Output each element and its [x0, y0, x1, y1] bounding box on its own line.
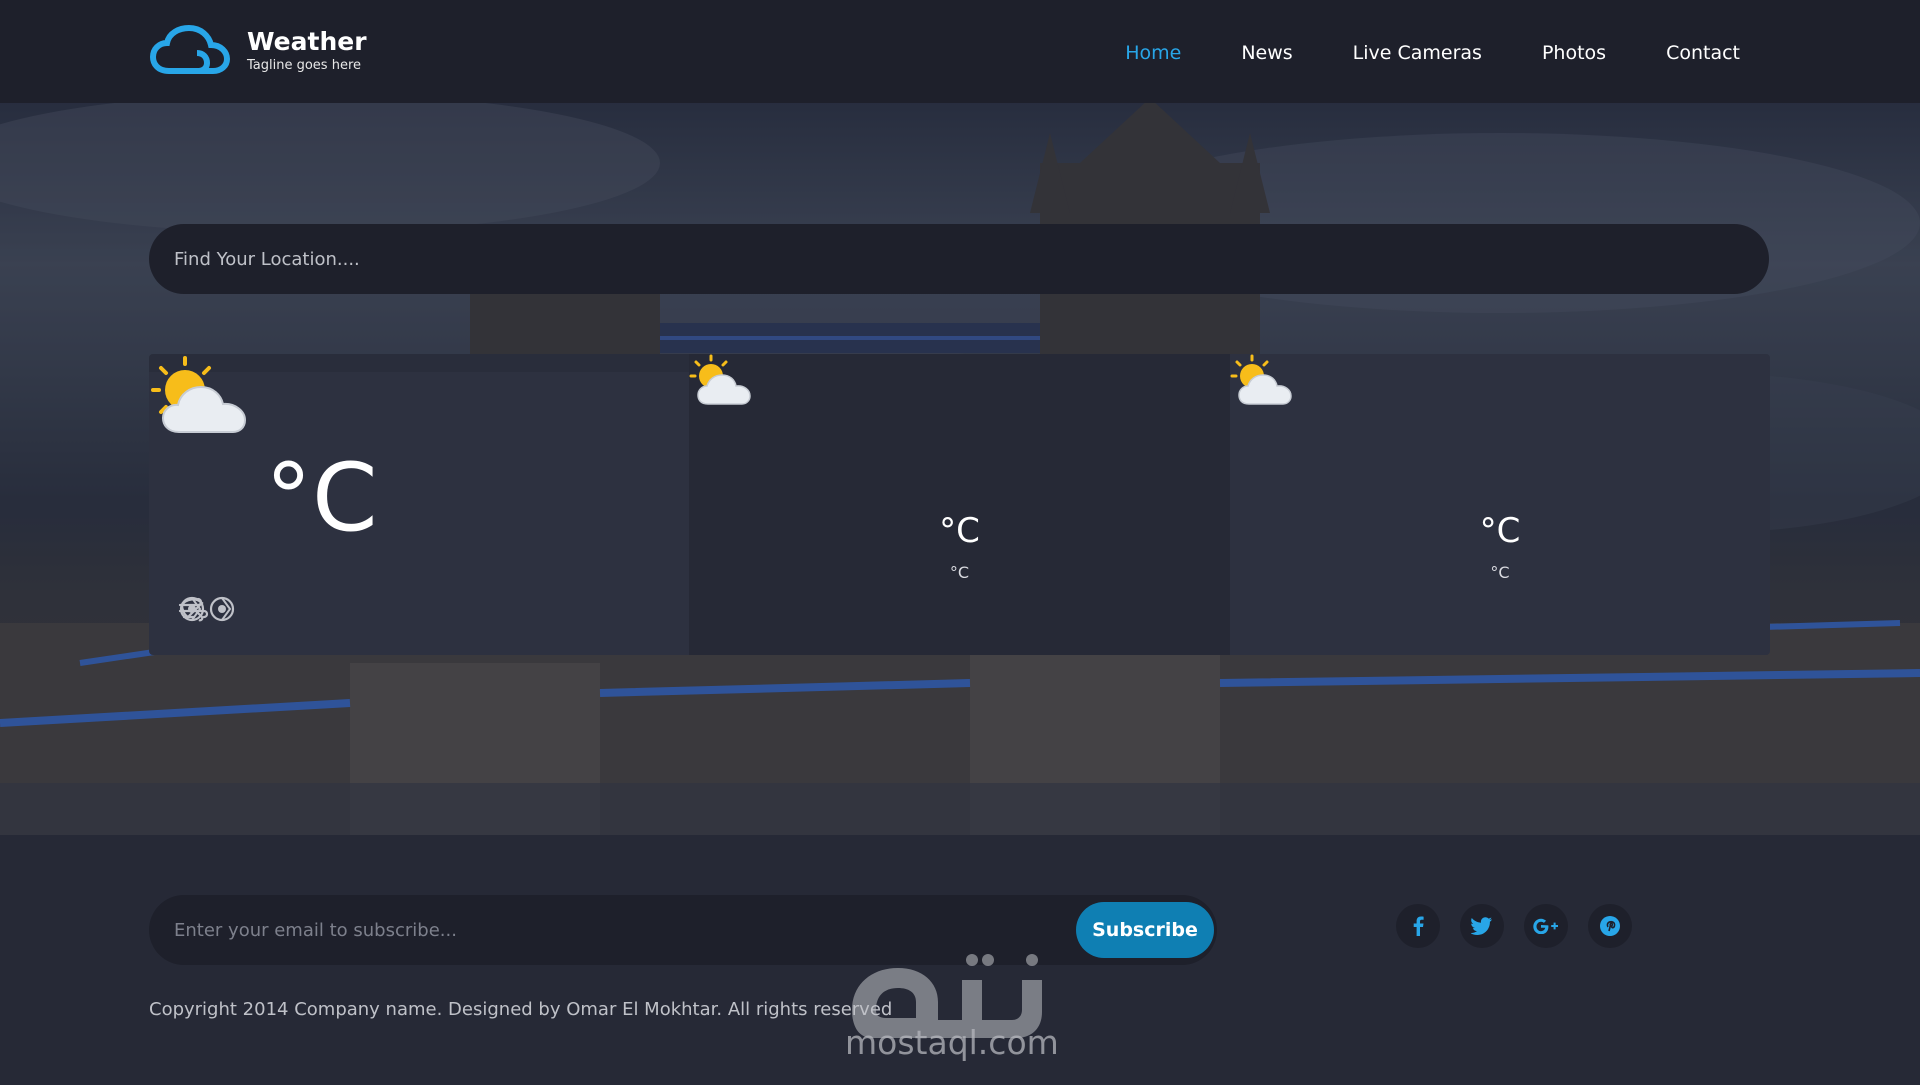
brand[interactable]: Weather Tagline goes here [149, 25, 367, 77]
social-links [1396, 904, 1652, 948]
hero-section: °C [0, 103, 1920, 835]
forecast-low-temperature: °C [949, 563, 970, 582]
facebook-icon[interactable] [1396, 904, 1440, 948]
subscribe-button[interactable]: Subscribe [1076, 902, 1214, 958]
nav-live-cameras[interactable]: Live Cameras [1353, 40, 1482, 66]
nav-news[interactable]: News [1241, 40, 1292, 66]
main-nav: Home News Live Cameras Photos Contact [1065, 40, 1740, 66]
today-temperature: °C [265, 444, 378, 553]
nav-home[interactable]: Home [1125, 40, 1181, 66]
forecast-low-temperature: °C [1490, 563, 1510, 582]
partly-cloudy-icon [151, 356, 247, 433]
brand-name: Weather [247, 27, 367, 56]
forecast-card-1: °C °C [689, 354, 1230, 655]
nav-photos[interactable]: Photos [1542, 40, 1606, 66]
cloud-icon [149, 25, 231, 74]
brand-tagline: Tagline goes here [247, 58, 362, 73]
partly-cloudy-icon [1230, 354, 1292, 405]
forecast-temperature: °C [939, 511, 980, 551]
pinterest-icon[interactable] [1588, 904, 1632, 948]
google-plus-icon[interactable] [1524, 904, 1568, 948]
watermark-text: mostaql.com [845, 1023, 1059, 1062]
nav-contact[interactable]: Contact [1666, 40, 1740, 66]
location-search-input[interactable] [149, 224, 1769, 294]
twitter-icon[interactable] [1460, 904, 1504, 948]
forecast-temperature: °C [1479, 511, 1521, 551]
copyright-text: Copyright 2014 Company name. Designed by… [149, 999, 893, 1020]
site-header: Weather Tagline goes here Home News Live… [0, 0, 1920, 103]
today-card: °C [149, 354, 689, 655]
partly-cloudy-icon [689, 354, 751, 405]
forecast-card-2: °C °C [1230, 354, 1770, 655]
forecast-cards: °C °C °C °C °C [149, 354, 1770, 655]
